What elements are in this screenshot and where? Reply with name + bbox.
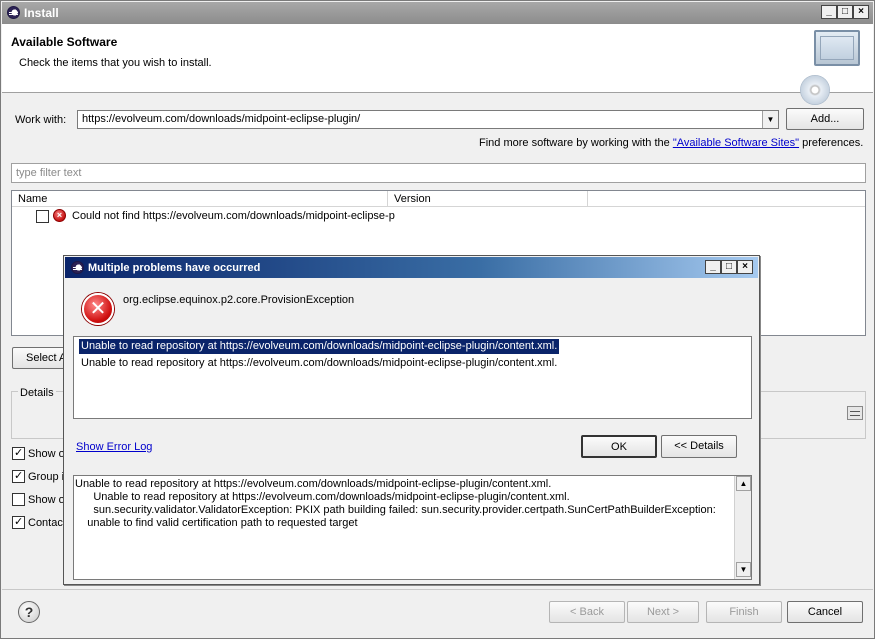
table-header: Name Version	[12, 191, 865, 207]
list-item[interactable]: Unable to read repository at https://evo…	[77, 338, 561, 355]
details-label: Details	[18, 387, 56, 399]
find-more-suffix: preferences.	[799, 137, 864, 149]
maximize-button[interactable]: □	[837, 5, 853, 19]
dialog-title-bar[interactable]: Multiple problems have occurred _ □ ×	[65, 257, 758, 278]
filter-placeholder: type filter text	[16, 167, 82, 179]
details-text: Unable to read repository at https://evo…	[75, 478, 716, 529]
cd-icon	[800, 75, 830, 105]
list-item[interactable]: Unable to read repository at https://evo…	[79, 356, 559, 371]
resize-handle-icon[interactable]	[847, 406, 863, 420]
dialog-title: Multiple problems have occurred	[88, 262, 261, 274]
filter-input[interactable]: type filter text	[11, 163, 866, 183]
finish-button[interactable]: Finish	[706, 601, 782, 623]
dialog-close-button[interactable]: ×	[737, 260, 753, 274]
available-software-sites-link[interactable]: "Available Software Sites"	[673, 137, 799, 149]
next-button[interactable]: Next >	[627, 601, 699, 623]
scroll-down-icon[interactable]: ▼	[736, 562, 751, 577]
scroll-up-icon[interactable]: ▲	[736, 476, 751, 491]
dialog-minimize-button[interactable]: _	[705, 260, 721, 274]
close-button[interactable]: ×	[853, 5, 869, 19]
details-text-area[interactable]: Unable to read repository at https://evo…	[73, 475, 752, 580]
minimize-button[interactable]: _	[821, 5, 837, 19]
find-more-prefix: Find more software by working with the	[479, 137, 673, 149]
option-checkbox-show[interactable]	[12, 446, 25, 460]
dialog-maximize-button[interactable]: □	[721, 260, 737, 274]
error-icon: ×	[53, 209, 66, 222]
row-name: Could not find https://evolveum.com/down…	[72, 210, 395, 222]
add-button[interactable]: Add...	[786, 108, 864, 130]
option-label: Contact	[28, 517, 66, 529]
page-subtitle: Check the items that you wish to install…	[19, 57, 212, 69]
column-name[interactable]: Name	[12, 191, 388, 207]
cancel-button[interactable]: Cancel	[787, 601, 863, 623]
work-with-value: https://evolveum.com/downloads/midpoint-…	[82, 113, 361, 125]
column-version[interactable]: Version	[388, 191, 588, 207]
row-checkbox[interactable]	[36, 210, 49, 223]
title-bar[interactable]: Install _ □ ×	[2, 2, 873, 24]
footer-divider	[2, 589, 873, 590]
window-title: Install	[24, 6, 59, 20]
wizard-header: Available Software Check the items that …	[2, 24, 873, 105]
problems-list[interactable]: Unable to read repository at https://evo…	[73, 336, 752, 419]
option-label: Show o	[28, 448, 65, 460]
option-checkbox-contact[interactable]	[12, 515, 25, 529]
details-button[interactable]: << Details	[661, 435, 737, 458]
ok-button[interactable]: OK	[581, 435, 657, 458]
option-checkbox-group[interactable]	[12, 469, 25, 483]
option-checkbox-show-2[interactable]	[12, 493, 25, 506]
option-label: Group it	[28, 471, 68, 483]
work-with-combo[interactable]: https://evolveum.com/downloads/midpoint-…	[77, 110, 779, 129]
help-icon[interactable]: ?	[18, 601, 40, 623]
page-title: Available Software	[11, 35, 118, 49]
table-row[interactable]: × Could not find https://evolveum.com/do…	[12, 208, 865, 224]
chevron-down-icon[interactable]: ▼	[762, 111, 778, 128]
work-with-label: Work with:	[15, 114, 67, 126]
show-error-log-link[interactable]: Show Error Log	[76, 441, 152, 453]
find-more-text: Find more software by working with the "…	[479, 137, 863, 149]
eclipse-icon	[7, 6, 20, 19]
exception-label: org.eclipse.equinox.p2.core.ProvisionExc…	[123, 294, 355, 306]
back-button[interactable]: < Back	[549, 601, 625, 623]
vertical-scrollbar[interactable]: ▲ ▼	[734, 476, 751, 579]
error-dialog: Multiple problems have occurred _ □ × ✕ …	[63, 255, 760, 585]
option-label: Show o	[28, 494, 65, 506]
monitor-icon	[814, 30, 860, 66]
error-icon: ✕	[82, 293, 114, 325]
eclipse-icon	[71, 261, 84, 274]
